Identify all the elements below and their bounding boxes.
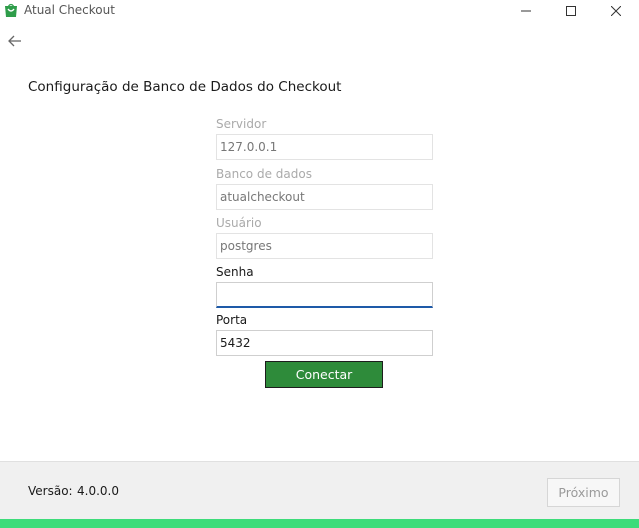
connect-button[interactable]: Conectar [265, 361, 383, 388]
shopping-bag-icon [4, 3, 18, 18]
next-button[interactable]: Próximo [547, 478, 620, 507]
page-title: Configuração de Banco de Dados do Checko… [28, 79, 342, 95]
close-button[interactable] [593, 0, 639, 22]
window-title: Atual Checkout [24, 3, 115, 17]
user-label: Usuário [216, 216, 262, 230]
progress-bar [0, 519, 639, 528]
back-button[interactable] [6, 32, 24, 50]
version-label: Versão: [28, 484, 73, 498]
version-value: 4.0.0.0 [77, 484, 119, 498]
arrow-left-icon [8, 32, 22, 51]
minimize-button[interactable] [503, 0, 549, 22]
password-label: Senha [216, 265, 254, 279]
database-label: Banco de dados [216, 167, 312, 181]
footer: Versão: 4.0.0.0 Próximo [0, 461, 639, 519]
database-input[interactable] [216, 184, 433, 210]
password-input[interactable] [216, 282, 433, 308]
maximize-button[interactable] [548, 0, 594, 22]
title-bar: Atual Checkout [0, 0, 639, 22]
server-label: Servidor [216, 117, 267, 131]
user-input[interactable] [216, 233, 433, 259]
port-input[interactable] [216, 330, 433, 356]
server-input[interactable] [216, 134, 433, 160]
port-label: Porta [216, 313, 248, 327]
